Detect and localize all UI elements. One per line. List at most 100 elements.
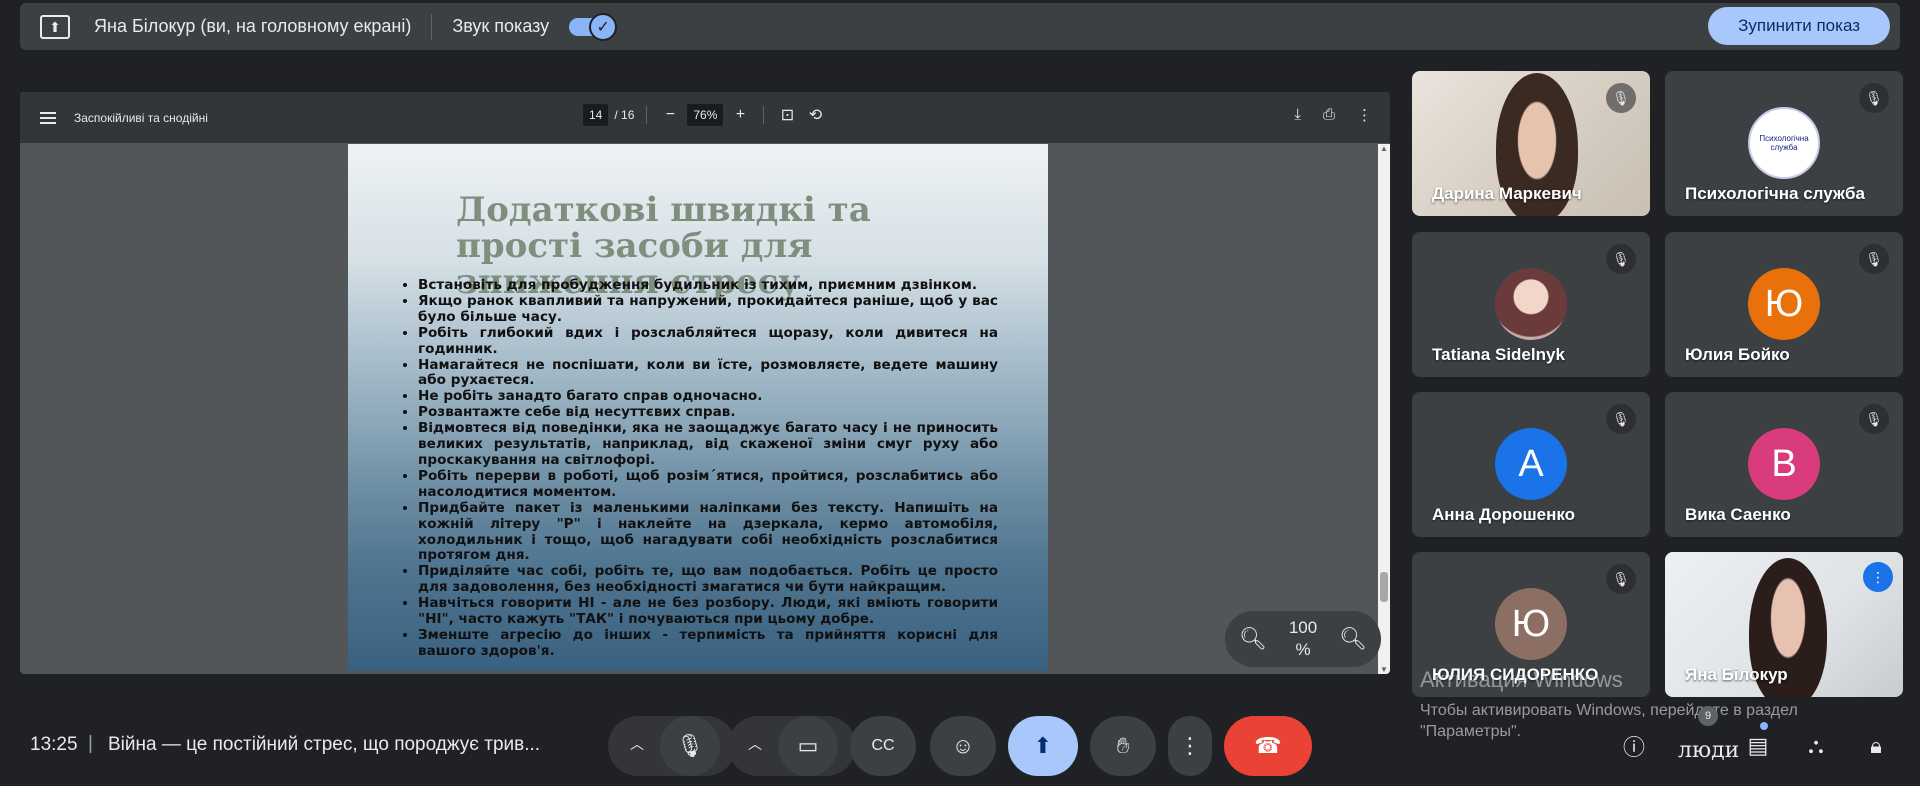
mic-off-icon: 🎙︎ — [1859, 244, 1889, 274]
list-item: Робіть перерви в роботі, щоб розім´ятися… — [418, 468, 998, 501]
fit-page-icon[interactable]: ⊡ — [776, 105, 798, 125]
mic-off-icon: 🎙︎ — [1606, 564, 1636, 594]
participant-avatar: В — [1748, 428, 1820, 500]
participant-avatar: А — [1495, 428, 1567, 500]
menu-icon[interactable] — [40, 111, 56, 124]
presenting-bar: ⬆ Яна Білокур (ви, на головному екрані) … — [20, 3, 1900, 50]
download-icon[interactable]: ⤓ — [1294, 106, 1301, 124]
participant-tile[interactable]: Психологічна служба 🎙︎ Психологічна служ… — [1665, 71, 1903, 216]
participant-name: Юлия Бойко — [1685, 345, 1790, 364]
divider — [431, 13, 433, 40]
present-button[interactable]: ⬆ — [1008, 716, 1078, 776]
meeting-title: Війна — це постійний стрес, що породжує … — [108, 734, 541, 755]
participant-avatar: Ю — [1748, 268, 1820, 340]
list-item: Навчіться говорити НІ - але не без розбо… — [418, 595, 998, 628]
sound-label: Звук показу — [452, 16, 550, 36]
list-item: Якщо ранок квапливий та напружений, прок… — [418, 293, 998, 326]
present-screen-icon: ⬆ — [1033, 733, 1053, 758]
end-call-icon: ☎︎ — [1254, 733, 1282, 758]
presenting-label: Яна Білокур (ви, на головному екрані) — [94, 16, 412, 36]
separator: | — [88, 733, 93, 754]
list-item: Відмовтеся від поведінки, яка не заощадж… — [418, 420, 998, 469]
info-icon: ⓘ — [1622, 735, 1645, 760]
people-label[interactable]: люди — [1678, 738, 1739, 763]
chevron-up-icon[interactable]: ︿ — [748, 734, 762, 754]
people-count-badge: 9 — [1698, 706, 1718, 726]
lock-person-icon: 🔒︎ — [1870, 733, 1882, 758]
zoom-out-magnifier-icon[interactable]: 🔍︎ — [1239, 626, 1267, 652]
zoom-out-icon[interactable]: − — [659, 106, 681, 124]
document-title: Заспокійливі та снодійні — [74, 110, 208, 125]
zoom-level-input[interactable]: 76% — [687, 104, 724, 126]
pdf-toolbar: Заспокійливі та снодійні 14 / 16 − 76% +… — [20, 92, 1390, 143]
captions-icon: CC — [871, 737, 895, 754]
stop-presenting-button[interactable]: Зупинити показ — [1708, 7, 1890, 45]
print-icon[interactable]: ⎙ — [1323, 106, 1335, 124]
chat-icon: ▤ — [1747, 733, 1769, 758]
zoom-overlay: 🔍︎ 100 % 🔍︎ — [1225, 611, 1381, 667]
check-icon: ✓ — [589, 12, 618, 41]
list-item: Намагайтеся не поспішати, коли ви їсте, … — [418, 357, 998, 390]
list-item: Робіть глибокий вдих і розслабляйтеся що… — [418, 325, 998, 358]
list-item: Придбайте пакет із маленькими наліпками … — [418, 500, 998, 565]
scrollbar[interactable]: ▲ ▼ — [1378, 144, 1390, 674]
scroll-up-icon[interactable]: ▲ — [1378, 144, 1390, 153]
scroll-thumb[interactable] — [1380, 572, 1388, 602]
divider — [646, 106, 648, 124]
participant-tile[interactable]: Ю 🎙︎ Юлия Бойко — [1665, 232, 1903, 377]
logo-text: Психологічна служба — [1759, 134, 1809, 152]
participant-tile[interactable]: А 🎙︎ Анна Дорошенко — [1412, 392, 1650, 537]
host-controls-button[interactable]: 🔒︎ — [1856, 728, 1896, 764]
captions-button[interactable]: CC — [850, 716, 916, 776]
participant-name: Психологічна служба — [1685, 184, 1865, 203]
participant-name: Яна Білокур — [1685, 665, 1788, 684]
video-camera-icon: ▭ — [797, 733, 819, 758]
speaking-indicator-icon: ⋮ — [1863, 562, 1893, 592]
zoom-in-icon[interactable]: + — [729, 106, 751, 124]
participant-name: Анна Дорошенко — [1432, 505, 1576, 524]
activities-icon: ⛬ — [1808, 733, 1824, 758]
raise-hand-button[interactable]: ✋︎ — [1090, 716, 1156, 776]
list-item: Приділяйте час собі, робіть те, що вам п… — [418, 563, 998, 596]
more-options-button[interactable]: ⋮ — [1168, 716, 1212, 776]
rotate-icon[interactable]: ⟲ — [804, 105, 826, 125]
sound-toggle[interactable]: ✓ — [569, 12, 618, 41]
more-vert-icon[interactable]: ⋮ — [1357, 106, 1372, 124]
participant-tile-self[interactable]: ⋮ Яна Білокур — [1665, 552, 1903, 697]
reactions-button[interactable]: ☺ — [930, 716, 996, 776]
pdf-actions: ⤓ ⎙ ⋮ — [1294, 106, 1372, 124]
participant-tile[interactable]: В 🎙︎ Вика Саенко — [1665, 392, 1903, 537]
chat-button[interactable]: ▤ — [1738, 728, 1778, 764]
participant-name: Вика Саенко — [1685, 505, 1791, 524]
list-item: Встановіть для пробудження будильник із … — [418, 277, 998, 294]
participant-name: Tatiana Sidelnyk — [1432, 345, 1565, 364]
pdf-viewer: Заспокійливі та снодійні 14 / 16 − 76% +… — [20, 92, 1390, 674]
participant-tile[interactable]: 🎙︎ Tatiana Sidelnyk — [1412, 232, 1650, 377]
scroll-down-icon[interactable]: ▼ — [1378, 665, 1390, 674]
list-item: Зменште агресію до інших - терпимість та… — [418, 627, 998, 660]
mic-off-icon: 🎙︎ — [1606, 244, 1636, 274]
present-screen-icon: ⬆ — [40, 14, 70, 39]
page-number-input[interactable]: 14 — [583, 104, 609, 126]
zoom-in-magnifier-icon[interactable]: 🔍︎ — [1339, 626, 1367, 652]
pdf-page-controls: 14 / 16 − 76% + ⊡ ⟲ — [583, 104, 826, 126]
list-item: Не робіть занадто багато справ одночасно… — [418, 388, 998, 405]
chevron-up-icon[interactable]: ︿ — [630, 734, 644, 754]
participant-tile[interactable]: 🎙︎ Дарина Маркевич — [1412, 71, 1650, 216]
mic-off-icon: 🎙︎ — [1606, 83, 1636, 113]
camera-button[interactable]: ▭ — [778, 716, 838, 776]
clock: 13:25 — [30, 734, 78, 755]
mic-off-icon: 🎙︎ — [1606, 404, 1636, 434]
windows-activation-title: Активация Windows — [1420, 667, 1623, 692]
meeting-details-button[interactable]: ⓘ — [1614, 728, 1654, 764]
list-item: Розвантажте себе від несуттєвих справ. — [418, 404, 998, 421]
zoom-overlay-value: 100 % — [1288, 618, 1318, 659]
leave-call-button[interactable]: ☎︎ — [1224, 716, 1312, 776]
organization-logo: Психологічна служба — [1748, 107, 1820, 179]
participant-name: Дарина Маркевич — [1432, 184, 1582, 203]
mic-button[interactable]: 🎙︎ — [660, 716, 720, 776]
page-total: / 16 — [614, 108, 635, 122]
activities-button[interactable]: ⛬ — [1796, 728, 1836, 764]
participant-avatar: Ю — [1495, 588, 1567, 660]
slide-bullet-list: Встановіть для пробудження будильник із … — [402, 277, 998, 660]
